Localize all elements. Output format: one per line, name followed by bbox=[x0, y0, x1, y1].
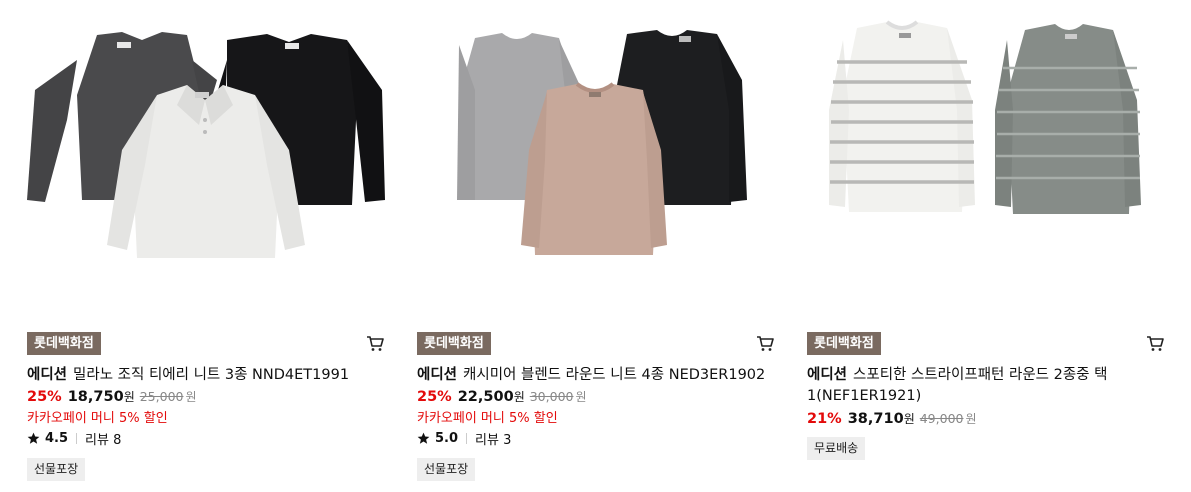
review-count[interactable]: 리뷰 8 bbox=[85, 429, 121, 448]
original-price-unit: 원 bbox=[575, 390, 587, 404]
cart-icon[interactable] bbox=[755, 333, 775, 353]
rating-row: 4.5 리뷰 8 bbox=[27, 429, 121, 448]
original-price-unit: 원 bbox=[185, 390, 197, 404]
rating-row: 5.0 리뷰 3 bbox=[417, 429, 511, 448]
price-unit: 원 bbox=[123, 390, 135, 404]
original-price-unit: 원 bbox=[965, 412, 977, 426]
star-icon bbox=[27, 432, 40, 444]
product-card[interactable]: 롯데백화점 에디션 스포티한 스트라이프패턴 라운드 2종중 택 1(NEF1ER… bbox=[807, 0, 1167, 492]
divider bbox=[76, 433, 78, 444]
product-title[interactable]: 에디션 밀라노 조직 티에리 니트 3종 NND4ET1991 bbox=[27, 365, 377, 386]
price-row: 25% 18,750원 25,000 원 bbox=[27, 387, 197, 407]
rating-score: 5.0 bbox=[435, 431, 459, 446]
brand-name: 에디션 bbox=[417, 367, 458, 383]
brand-name: 에디션 bbox=[807, 367, 848, 383]
promo-text: 카카오페이 머니 5% 할인 bbox=[27, 411, 168, 426]
discount-rate: 21% bbox=[807, 411, 842, 427]
price-unit: 원 bbox=[513, 390, 525, 404]
original-price: 30,000 bbox=[529, 389, 574, 404]
star-icon bbox=[417, 432, 430, 444]
review-count[interactable]: 리뷰 3 bbox=[475, 429, 511, 448]
product-image-cashmere-round-4set[interactable] bbox=[417, 0, 777, 318]
brand-name: 에디션 bbox=[27, 367, 68, 383]
sale-price: 38,710 bbox=[847, 411, 904, 427]
sale-price: 22,500 bbox=[457, 389, 514, 405]
divider bbox=[466, 433, 468, 444]
gift-wrap-tag: 선물포장 bbox=[27, 458, 86, 481]
sale-price: 18,750 bbox=[67, 389, 124, 405]
rating-score: 4.5 bbox=[45, 431, 69, 446]
product-card[interactable]: 롯데백화점 에디션 캐시미어 블렌드 라운드 니트 4종 NED3ER1902 2… bbox=[417, 0, 777, 492]
product-name: 캐시미어 블렌드 라운드 니트 4종 NED3ER1902 bbox=[463, 367, 766, 383]
cart-icon[interactable] bbox=[1145, 333, 1165, 353]
product-image bbox=[457, 30, 747, 255]
store-badge: 롯데백화점 bbox=[807, 332, 881, 355]
product-image-stripe-round-2set[interactable] bbox=[807, 0, 1167, 318]
gift-wrap-tag: 선물포장 bbox=[417, 458, 476, 481]
promo-text: 카카오페이 머니 5% 할인 bbox=[417, 411, 558, 426]
price-row: 21% 38,710원 49,000 원 bbox=[807, 409, 977, 429]
cart-icon[interactable] bbox=[365, 333, 385, 353]
product-name: 밀라노 조직 티에리 니트 3종 NND4ET1991 bbox=[73, 367, 350, 383]
product-image-knit-polo-3set[interactable] bbox=[27, 0, 387, 318]
original-price: 25,000 bbox=[139, 389, 184, 404]
store-badge: 롯데백화점 bbox=[27, 332, 101, 355]
store-badge: 롯데백화점 bbox=[417, 332, 491, 355]
discount-rate: 25% bbox=[27, 389, 62, 405]
product-image bbox=[829, 20, 1141, 214]
product-card[interactable]: 롯데백화점 에디션 밀라노 조직 티에리 니트 3종 NND4ET1991 25%… bbox=[27, 0, 387, 492]
product-name: 스포티한 스트라이프패턴 라운드 2종중 택 1(NEF1ER1921) bbox=[807, 367, 1108, 404]
product-title[interactable]: 에디션 캐시미어 블렌드 라운드 니트 4종 NED3ER1902 bbox=[417, 365, 767, 386]
original-price: 49,000 bbox=[919, 411, 964, 426]
price-unit: 원 bbox=[903, 412, 915, 426]
discount-rate: 25% bbox=[417, 389, 452, 405]
product-image bbox=[27, 32, 385, 258]
product-title[interactable]: 에디션 스포티한 스트라이프패턴 라운드 2종중 택 1(NEF1ER1921) bbox=[807, 365, 1157, 407]
free-shipping-tag: 무료배송 bbox=[807, 437, 866, 460]
price-row: 25% 22,500원 30,000 원 bbox=[417, 387, 587, 407]
